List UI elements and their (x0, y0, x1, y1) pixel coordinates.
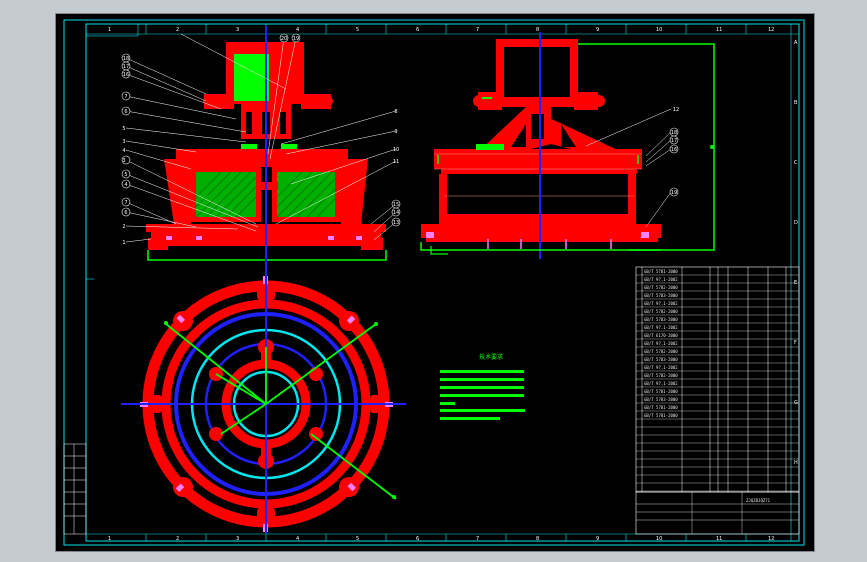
svg-text:GB/T 97.1-2002: GB/T 97.1-2002 (644, 301, 678, 306)
svg-text:GB/T 97.1-2002: GB/T 97.1-2002 (644, 277, 678, 282)
svg-text:GB/T 5781-2000: GB/T 5781-2000 (644, 269, 678, 274)
svg-text:2: 2 (176, 27, 179, 33)
svg-text:C: C (794, 160, 798, 166)
svg-text:11: 11 (716, 27, 722, 33)
svg-text:8: 8 (394, 109, 397, 115)
svg-text:5: 5 (356, 27, 359, 33)
technical-requirements: 技术要求 (440, 353, 525, 420)
svg-text:16: 16 (123, 72, 129, 78)
svg-text:7: 7 (124, 94, 127, 100)
svg-text:6: 6 (124, 210, 127, 216)
svg-text:B: B (794, 100, 798, 106)
bom-table: GB/T 5781-2000 GB/T 97.1-2002 GB/T 5782-… (635, 266, 800, 535)
svg-text:6: 6 (416, 27, 419, 33)
svg-text:GB/T 5783-2000: GB/T 5783-2000 (644, 317, 678, 322)
svg-text:GB/T 5782-2000: GB/T 5782-2000 (644, 349, 678, 354)
svg-text:ZJQZ8JQZ71: ZJQZ8JQZ71 (746, 498, 771, 503)
svg-text:1: 1 (122, 240, 125, 246)
svg-text:11: 11 (393, 159, 399, 165)
svg-text:GB/T 5782-2000: GB/T 5782-2000 (644, 309, 678, 314)
svg-text:9: 9 (394, 129, 397, 135)
svg-text:3: 3 (236, 27, 239, 33)
svg-text:7: 7 (476, 27, 479, 33)
svg-text:GB/T 97.1-2002: GB/T 97.1-2002 (644, 381, 678, 386)
svg-text:12: 12 (768, 536, 774, 542)
svg-text:2: 2 (122, 224, 125, 230)
inner-frame (85, 23, 800, 542)
svg-text:GB/T 97.1-2002: GB/T 97.1-2002 (644, 365, 678, 370)
bom-codes: GB/T 5781-2000 GB/T 97.1-2002 GB/T 5782-… (644, 269, 678, 418)
svg-text:GB/T 5783-2000: GB/T 5783-2000 (644, 357, 678, 362)
svg-text:9: 9 (596, 536, 599, 542)
svg-text:5: 5 (356, 536, 359, 542)
svg-text:GB/T 6170-2000: GB/T 6170-2000 (644, 333, 678, 338)
cad-drawing: 1 2 3 4 5 6 7 8 9 10 11 12 1 2 3 4 5 6 7… (63, 19, 805, 546)
zone-letters-right: A B C D E F G H (794, 40, 798, 466)
svg-text:3: 3 (122, 158, 125, 164)
svg-text:GB/T 5782-2000: GB/T 5782-2000 (644, 373, 678, 378)
svg-text:16: 16 (671, 147, 677, 153)
svg-text:12: 12 (673, 107, 679, 113)
side-view-callouts: 12 18 17 16 19 (671, 107, 679, 196)
svg-text:GB/T 5781-2000: GB/T 5781-2000 (644, 405, 678, 410)
svg-text:4: 4 (296, 536, 299, 542)
top-view (121, 269, 406, 534)
svg-text:12: 12 (768, 27, 774, 33)
svg-text:6: 6 (416, 536, 419, 542)
svg-text:F: F (794, 340, 797, 346)
svg-text:GB/T 5781-2000: GB/T 5781-2000 (644, 389, 678, 394)
svg-text:14: 14 (393, 210, 399, 216)
svg-text:4: 4 (124, 182, 127, 188)
svg-text:18: 18 (123, 56, 129, 62)
svg-text:2: 2 (176, 536, 179, 542)
svg-text:5: 5 (124, 172, 127, 178)
svg-text:19: 19 (293, 36, 299, 42)
svg-text:7: 7 (476, 536, 479, 542)
svg-text:19: 19 (671, 190, 677, 196)
svg-text:技术要求: 技术要求 (479, 353, 503, 361)
svg-text:8: 8 (536, 27, 539, 33)
svg-text:17: 17 (671, 138, 677, 144)
svg-text:GB/T 5783-2000: GB/T 5783-2000 (644, 397, 678, 402)
svg-text:3: 3 (122, 139, 125, 145)
revision-table (63, 443, 87, 535)
svg-text:GB/T 97.1-2002: GB/T 97.1-2002 (644, 341, 678, 346)
svg-text:3: 3 (236, 536, 239, 542)
svg-text:17: 17 (123, 64, 129, 70)
svg-text:10: 10 (656, 536, 662, 542)
svg-text:11: 11 (716, 536, 722, 542)
svg-text:13: 13 (393, 220, 399, 226)
svg-text:D: D (794, 220, 798, 226)
svg-text:4: 4 (296, 27, 299, 33)
svg-text:GB/T 5781-2000: GB/T 5781-2000 (644, 413, 678, 418)
svg-text:1: 1 (108, 536, 111, 542)
svg-text:9: 9 (596, 27, 599, 33)
svg-text:5: 5 (122, 126, 125, 132)
svg-text:8: 8 (536, 536, 539, 542)
svg-text:18: 18 (671, 130, 677, 136)
svg-text:GB/T 5782-2000: GB/T 5782-2000 (644, 285, 678, 290)
front-view: 18 17 16 7 6 5 3 4 3 5 4 7 6 2 1 20 19 8… (121, 26, 401, 274)
svg-text:4: 4 (122, 148, 125, 154)
zone-numbers-top: 1 2 3 4 5 6 7 8 9 10 11 12 (108, 27, 774, 33)
svg-text:10: 10 (656, 27, 662, 33)
svg-text:10: 10 (393, 147, 399, 153)
svg-text:1: 1 (108, 27, 111, 33)
svg-text:6: 6 (124, 109, 127, 115)
svg-text:7: 7 (124, 200, 127, 206)
svg-text:GB/T 97.1-2002: GB/T 97.1-2002 (644, 325, 678, 330)
svg-text:20: 20 (281, 36, 287, 42)
svg-text:15: 15 (393, 202, 399, 208)
outer-frame (63, 19, 805, 546)
svg-text:GB/T 5783-2000: GB/T 5783-2000 (644, 293, 678, 298)
svg-text:A: A (794, 40, 798, 46)
cad-viewport[interactable]: 1 2 3 4 5 6 7 8 9 10 11 12 1 2 3 4 5 6 7… (55, 13, 815, 552)
svg-text:H: H (794, 460, 798, 466)
side-view: 12 18 17 16 19 (420, 32, 715, 259)
